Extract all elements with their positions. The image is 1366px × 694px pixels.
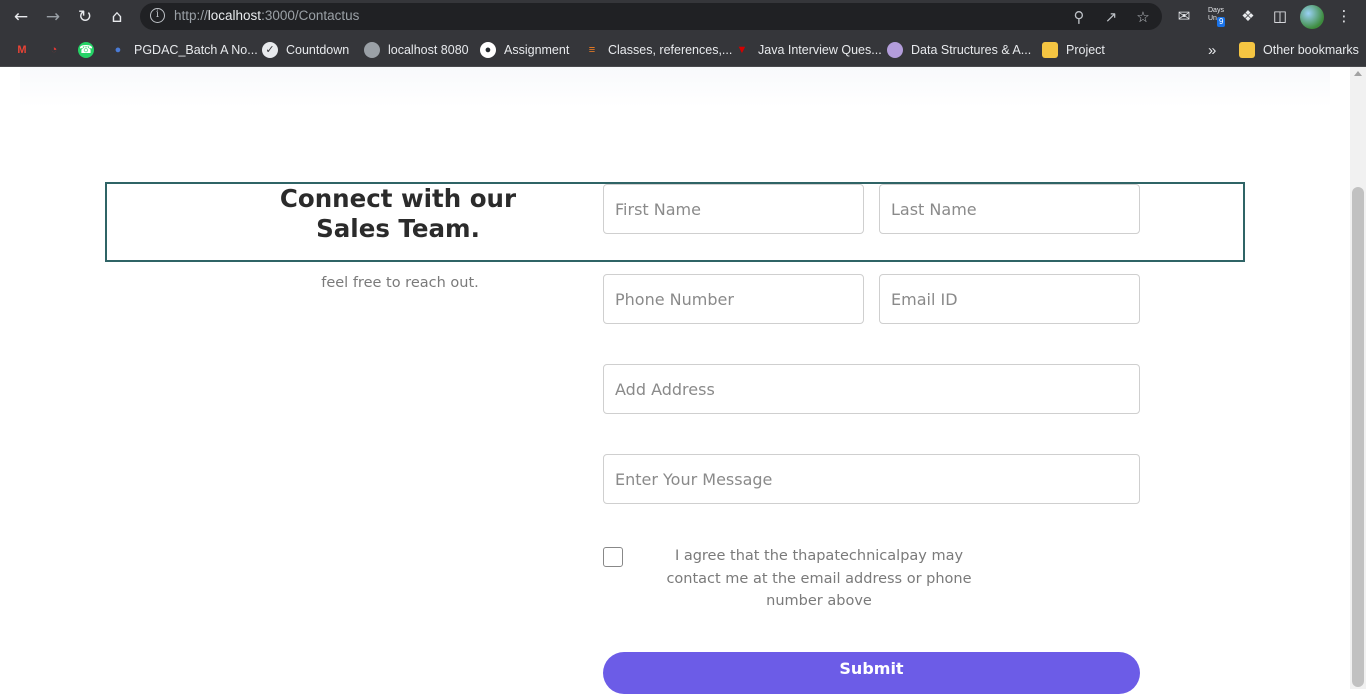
bookmark-countdown[interactable]: ✓ Countdown	[262, 40, 349, 60]
browser-toolbar: ← → ↻ ⌂ i http://localhost:3000/Contactu…	[0, 0, 1366, 33]
profile-avatar[interactable]	[1300, 5, 1324, 29]
url-path: :3000/Contactus	[261, 8, 360, 23]
heading-line-2: Sales Team.	[316, 214, 480, 243]
reload-icon[interactable]: ↻	[74, 6, 96, 28]
agree-checkbox[interactable]	[603, 547, 623, 567]
mail-extension-icon[interactable]: ✉	[1174, 6, 1194, 26]
address-bar[interactable]: i http://localhost:3000/Contactus ⚲ ↗ ☆	[140, 3, 1162, 30]
bookmark-label: Countdown	[286, 43, 350, 57]
gauge-icon: ◔	[50, 44, 58, 56]
people-icon: ●	[114, 44, 122, 56]
email-input[interactable]	[879, 274, 1140, 324]
page-content: Connect with our Sales Team. feel free t…	[0, 67, 1350, 694]
contact-subtext: feel free to reach out.	[321, 275, 479, 291]
forward-icon[interactable]: →	[42, 6, 64, 28]
globe-icon	[364, 42, 380, 58]
bookmark-speed[interactable]: ◔	[46, 40, 70, 60]
first-name-input[interactable]	[603, 184, 864, 234]
scroll-up-arrow-icon[interactable]	[1354, 71, 1362, 76]
gmail-icon: M	[17, 44, 27, 56]
last-name-input[interactable]	[879, 184, 1140, 234]
bookmarks-overflow-button[interactable]: »	[1208, 40, 1216, 60]
bookmark-label: Assignment	[504, 43, 570, 57]
url-prefix: http://	[174, 8, 208, 23]
other-bookmarks-label: Other bookmarks	[1263, 43, 1359, 57]
bookmark-whatsapp[interactable]: ☎	[78, 40, 102, 60]
bookmark-data-structures[interactable]: Data Structures & A...	[887, 40, 1031, 60]
bookmark-classes[interactable]: ≡ Classes, references,...	[584, 40, 733, 60]
page-scrollbar[interactable]	[1350, 67, 1366, 689]
bookmarks-bar: M ◔ ☎ ● PGDAC_Batch A No... ✓ Countdown lo…	[0, 33, 1366, 67]
extensions-puzzle-icon[interactable]: ❖	[1238, 6, 1258, 26]
phone-input[interactable]	[603, 274, 864, 324]
other-bookmarks[interactable]: Other bookmarks	[1239, 40, 1359, 60]
address-input[interactable]	[603, 364, 1140, 414]
contact-heading: Connect with our Sales Team.	[238, 184, 558, 244]
bookmark-label: Java Interview Ques...	[758, 43, 882, 57]
days-until-extension-icon[interactable]: Days Un 9	[1206, 6, 1228, 28]
home-icon[interactable]: ⌂	[106, 6, 128, 28]
agree-text: I agree that the thapatechnicalpay may c…	[666, 548, 972, 609]
bookmark-label: Classes, references,...	[608, 43, 733, 57]
days-ext-badge: 9	[1217, 17, 1226, 27]
url-text[interactable]: http://localhost:3000/Contactus	[174, 8, 359, 23]
share-icon[interactable]: ↗	[1102, 8, 1120, 26]
v-logo-icon: ▼	[736, 44, 748, 56]
bookmark-localhost[interactable]: localhost 8080	[364, 40, 469, 60]
scroll-thumb[interactable]	[1352, 187, 1364, 687]
github-icon: ●	[480, 42, 496, 58]
bookmark-star-icon[interactable]: ☆	[1134, 8, 1152, 26]
bookmark-pgdac[interactable]: ● PGDAC_Batch A No...	[110, 40, 258, 60]
bookmark-project[interactable]: Project	[1042, 40, 1105, 60]
bookmark-label: PGDAC_Batch A No...	[134, 43, 258, 57]
folder-icon	[1239, 42, 1255, 58]
folder-icon	[1042, 42, 1058, 58]
bookmark-gmail[interactable]: M	[14, 40, 38, 60]
stackoverflow-icon: ≡	[588, 44, 596, 56]
side-panel-icon[interactable]: ◫	[1270, 6, 1290, 26]
submit-button[interactable]: Submit	[603, 652, 1140, 694]
back-icon[interactable]: ←	[10, 6, 32, 28]
whatsapp-icon: ☎	[78, 42, 94, 58]
navbar-shadow	[20, 67, 1330, 107]
bookmark-label: Data Structures & A...	[911, 43, 1032, 57]
overflow-chevron-icon: »	[1208, 41, 1217, 59]
check-circle-icon: ✓	[262, 42, 278, 58]
message-input[interactable]	[603, 454, 1140, 504]
bookmark-assignment[interactable]: ● Assignment	[480, 40, 569, 60]
menu-kebab-icon[interactable]: ⋮	[1334, 6, 1354, 26]
bookmark-label: localhost 8080	[388, 43, 469, 57]
url-host: localhost	[207, 8, 262, 23]
bookmark-java-interview[interactable]: ▼ Java Interview Ques...	[734, 40, 882, 60]
heading-line-1: Connect with our	[279, 184, 517, 213]
zoom-icon[interactable]: ⚲	[1070, 8, 1088, 26]
bookmark-label: Project	[1066, 43, 1105, 57]
avatar-icon	[887, 42, 903, 58]
site-info-icon[interactable]: i	[150, 8, 165, 23]
